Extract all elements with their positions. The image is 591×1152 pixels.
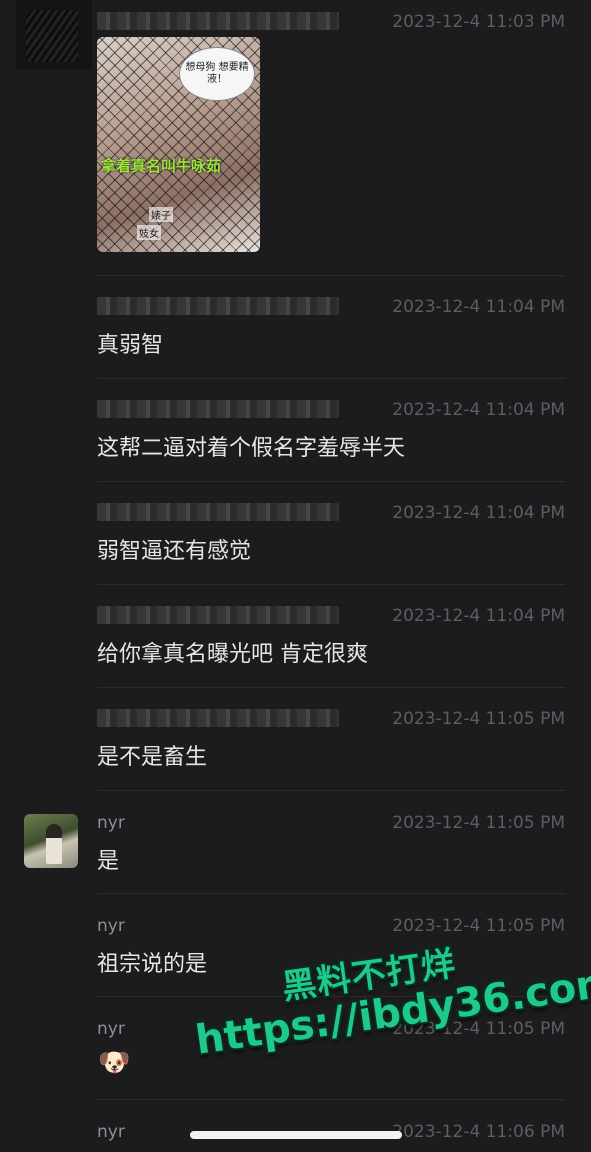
sender-name-blurred [97, 503, 339, 521]
divider [97, 1099, 565, 1100]
sender-name-blurred [97, 12, 339, 30]
timestamp: 2023-12-4 11:05 PM [392, 916, 565, 936]
divider [97, 275, 565, 276]
timestamp: 2023-12-4 11:04 PM [392, 400, 565, 420]
message-image[interactable]: 想母狗 想要精液！ 拿着真名叫牛咏茹 婊子 妓女 [97, 37, 260, 252]
message-text: 祖宗说的是 [97, 952, 208, 977]
divider [97, 687, 565, 688]
timestamp: 2023-12-4 11:04 PM [392, 503, 565, 523]
timestamp: 2023-12-4 11:04 PM [392, 606, 565, 626]
divider [97, 790, 565, 791]
timestamp: 2023-12-4 11:06 PM [392, 1122, 565, 1142]
avatar[interactable] [16, 0, 92, 70]
timestamp: 2023-12-4 11:03 PM [392, 12, 565, 32]
sender-name: nyr [97, 1122, 125, 1142]
sender-name-blurred [97, 606, 339, 624]
timestamp: 2023-12-4 11:04 PM [392, 297, 565, 317]
divider [97, 584, 565, 585]
dog-face-emoji: 🐶 [98, 1048, 131, 1078]
message-text: 给你拿真名曝光吧 肯定很爽 [97, 642, 368, 667]
timestamp: 2023-12-4 11:05 PM [392, 709, 565, 729]
divider [97, 481, 565, 482]
sender-name: nyr [97, 813, 125, 833]
divider [97, 378, 565, 379]
message-text: 这帮二逼对着个假名字羞辱半天 [97, 436, 406, 461]
image-tag: 婊子 [149, 207, 173, 222]
sender-name: nyr [97, 916, 125, 936]
message-text: 真弱智 [97, 333, 164, 358]
divider [97, 893, 565, 894]
sender-name: nyr [97, 1019, 125, 1039]
image-tag: 妓女 [137, 225, 161, 240]
sender-name-blurred [97, 709, 339, 727]
message-text: 是不是畜生 [97, 745, 208, 770]
image-speech-bubble: 想母狗 想要精液！ [179, 47, 255, 101]
sender-name-blurred [97, 400, 339, 418]
home-indicator[interactable] [190, 1131, 402, 1139]
image-caption: 拿着真名叫牛咏茹 [101, 157, 222, 175]
message-text: 是 [97, 849, 120, 874]
avatar[interactable] [24, 814, 78, 868]
timestamp: 2023-12-4 11:05 PM [392, 813, 565, 833]
sender-name-blurred [97, 297, 339, 315]
message-text: 弱智逼还有感觉 [97, 539, 252, 564]
